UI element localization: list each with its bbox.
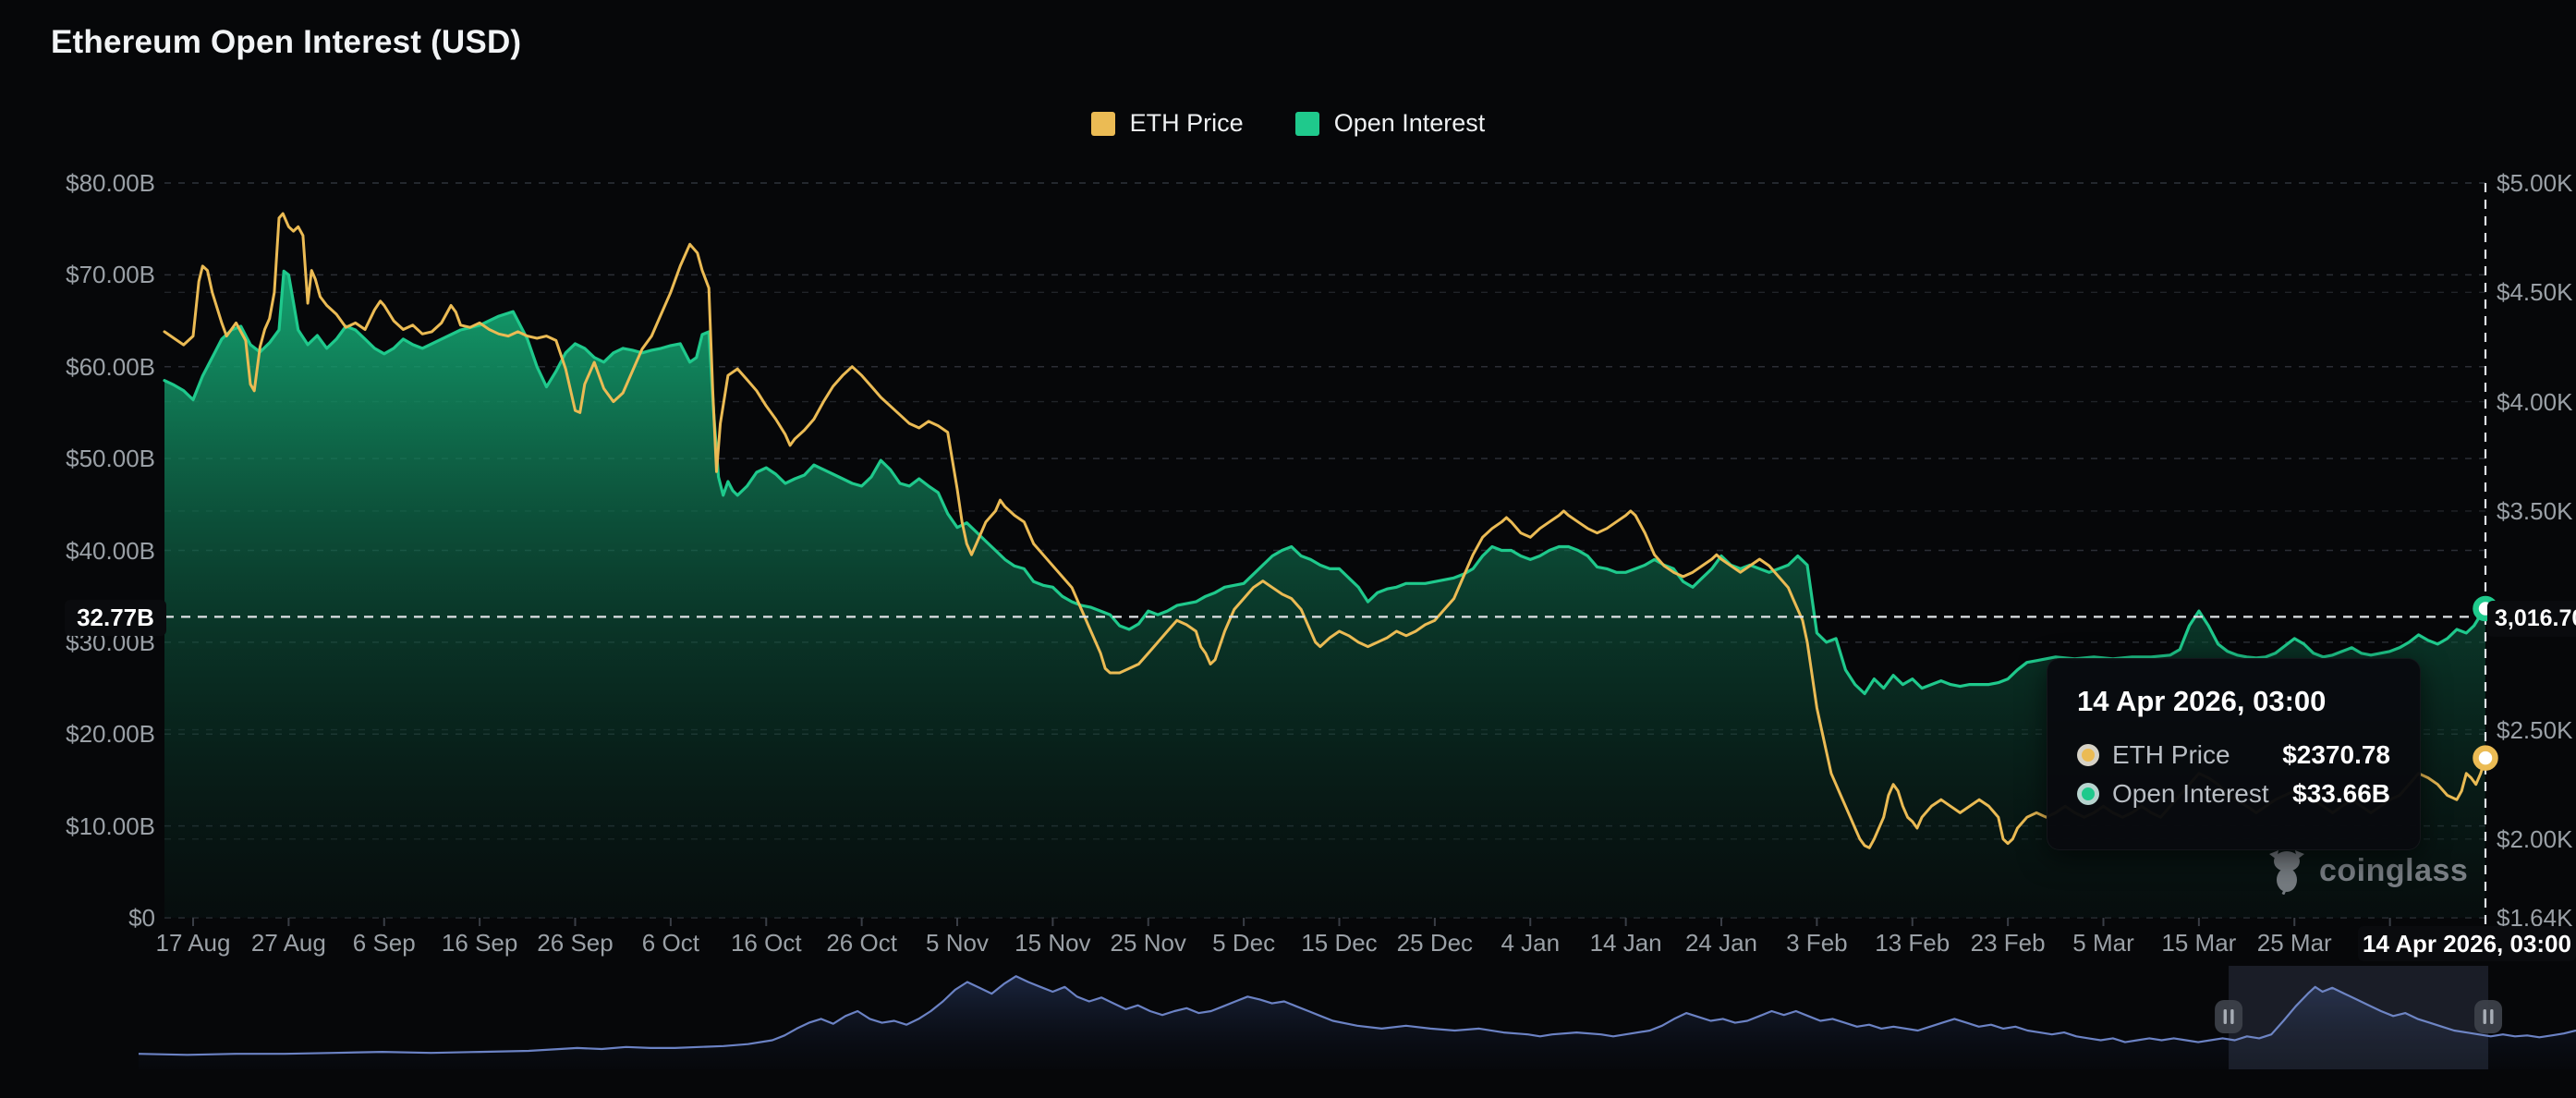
navigator-left-handle[interactable] (2215, 1000, 2242, 1033)
navigator-right-handle[interactable] (2474, 1000, 2502, 1033)
coinglass-open-interest-chart: Ethereum Open Interest (USD) ETH Price O… (0, 0, 2576, 1098)
tooltip-label: Open Interest (2112, 779, 2269, 809)
crosshair-date-pill: 14 Apr 2026, 03:00 (2358, 926, 2576, 961)
tooltip-row-open-interest: Open Interest $33.66B (2077, 779, 2390, 809)
navigator-left-handle-grip-icon (2224, 1009, 2227, 1024)
tooltip-date: 14 Apr 2026, 03:00 (2077, 685, 2390, 718)
tooltip-value: $33.66B (2292, 779, 2390, 809)
coinglass-logo-icon (2266, 847, 2308, 895)
navigator-area (139, 976, 2576, 1069)
navigator-right-handle-grip-icon (2484, 1009, 2486, 1024)
navigator-right-handle-grip-icon (2490, 1009, 2493, 1024)
watermark-brand: coinglass (2319, 853, 2468, 889)
tooltip-value: $2370.78 (2282, 740, 2390, 770)
chart-tooltip: 14 Apr 2026, 03:00 ETH Price $2370.78 Op… (2047, 658, 2421, 850)
coinglass-watermark: coinglass (2266, 847, 2468, 895)
crosshair-left-value-pill: 32.77B (65, 600, 166, 636)
open-interest-dot-icon (2077, 783, 2099, 805)
navigator-selected-range[interactable] (2229, 966, 2488, 1069)
eth-price-dot-icon (2077, 744, 2099, 766)
tooltip-row-eth-price: ETH Price $2370.78 (2077, 740, 2390, 770)
navigator-left-handle-grip-icon (2230, 1009, 2233, 1024)
range-navigator[interactable] (0, 0, 2576, 1098)
crosshair-right-value-pill: 3,016.70 (2487, 601, 2576, 637)
tooltip-label: ETH Price (2112, 740, 2230, 770)
